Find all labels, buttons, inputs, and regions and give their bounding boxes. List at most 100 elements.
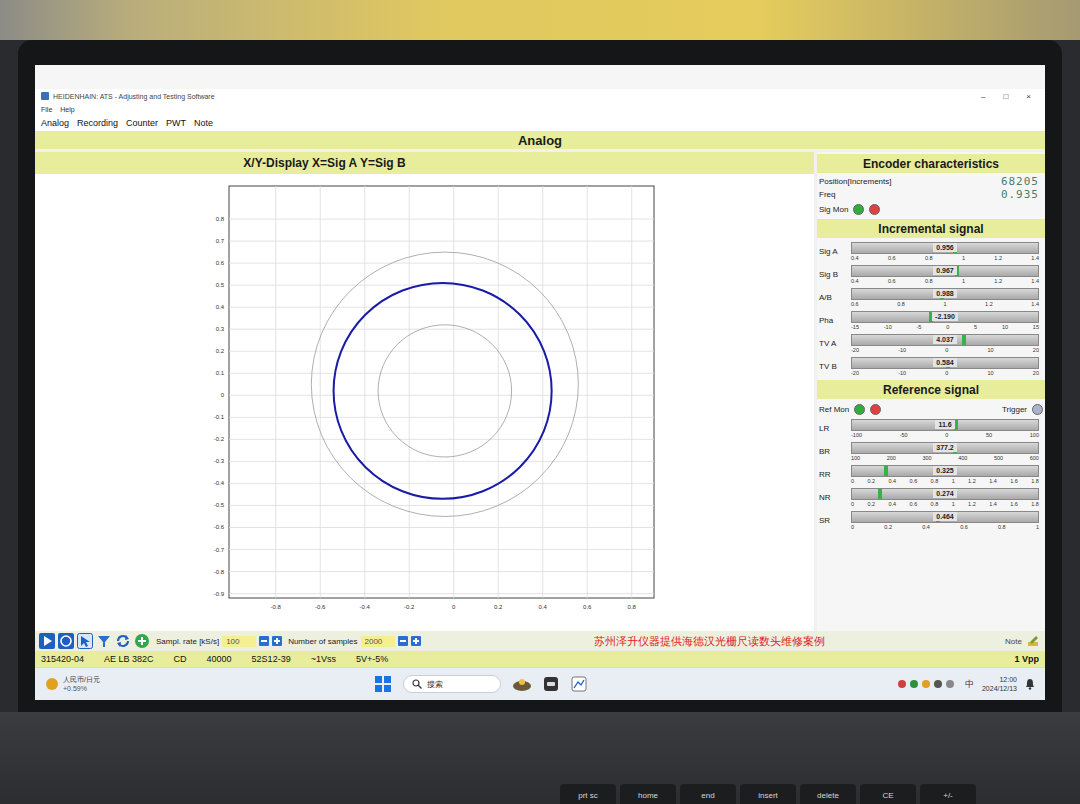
minus-icon[interactable] — [398, 636, 408, 646]
desktop-strip — [35, 65, 1045, 89]
trigger-label: Trigger — [1002, 405, 1027, 414]
circle-mode-icon[interactable] — [58, 633, 74, 649]
scale-label: 1.4 — [989, 477, 997, 485]
y-tick: 0 — [221, 392, 225, 398]
scale-label: 5 — [974, 323, 977, 331]
taskview-icon[interactable] — [543, 676, 559, 692]
scale-label: 0 — [851, 523, 854, 531]
scale-label: 0.2 — [867, 477, 875, 485]
nav-item[interactable]: Counter — [126, 118, 158, 128]
position-row: Position[Increments]68205 — [817, 175, 1045, 188]
meter-scale: 00.20.40.60.811.21.41.61.8 — [851, 477, 1039, 485]
y-tick: 0.7 — [216, 238, 225, 244]
grid-line — [229, 417, 654, 418]
meter-row: SR0.46400.20.40.60.81 — [817, 509, 1045, 532]
keyboard-key[interactable]: home — [620, 784, 676, 804]
laptop-bezel: HEIDENHAIN: ATS - Adjusting and Testing … — [18, 40, 1062, 712]
grid-line — [229, 549, 654, 550]
position-label: Position[Increments] — [819, 177, 891, 186]
grid-line — [229, 505, 654, 506]
nav-item[interactable]: Recording — [77, 118, 118, 128]
plus-icon[interactable] — [411, 636, 421, 646]
nav-item[interactable]: PWT — [166, 118, 186, 128]
status-item: CD — [174, 654, 187, 664]
scale-label: 1 — [1036, 523, 1039, 531]
meter-marker — [884, 466, 888, 476]
window-control[interactable]: □ — [1003, 92, 1008, 101]
plus-icon[interactable] — [272, 636, 282, 646]
taskbar: 人民币/日元+0.59% 搜索 中 12:002024/12/13 — [35, 667, 1045, 700]
keyboard-key[interactable]: prt sc — [560, 784, 616, 804]
keyboard-key[interactable]: +/- — [920, 784, 976, 804]
play-icon[interactable] — [39, 633, 55, 649]
refresh-icon[interactable] — [115, 633, 131, 649]
meter-row: Sig B0.9670.40.60.811.21.4 — [817, 263, 1045, 286]
sample-rate-field[interactable]: 100 — [222, 636, 256, 647]
scale-label: -50 — [900, 431, 908, 439]
signal-ring — [334, 283, 552, 499]
add-icon[interactable] — [134, 633, 150, 649]
status-light-icon — [854, 404, 865, 415]
grid-line — [364, 186, 365, 598]
nav-item[interactable]: Note — [194, 118, 213, 128]
scale-label: 20 — [1033, 369, 1039, 377]
y-tick: 0.8 — [216, 216, 225, 222]
grid-line — [229, 219, 654, 220]
search-icon — [412, 679, 422, 689]
clock[interactable]: 12:002024/12/13 — [982, 675, 1017, 693]
keyboard-key[interactable]: insert — [740, 784, 796, 804]
menu-item[interactable]: Help — [60, 106, 74, 113]
meter-reading: 0.956 — [933, 243, 957, 252]
ime-indicator[interactable]: 中 — [965, 678, 974, 691]
meter-scale: 0.40.60.811.21.4 — [851, 277, 1039, 285]
tray-icons[interactable] — [897, 679, 957, 689]
grid-line — [229, 395, 654, 396]
y-tick: -0.3 — [214, 458, 225, 464]
keyboard-key[interactable]: end — [680, 784, 736, 804]
cursor-icon[interactable] — [77, 633, 93, 649]
bell-icon[interactable] — [1025, 678, 1035, 690]
freq-row: Freq0.935 — [817, 188, 1045, 201]
x-tick: 0.8 — [628, 604, 637, 610]
keyboard-key[interactable]: CE — [860, 784, 916, 804]
taskbar-search[interactable]: 搜索 — [403, 675, 501, 693]
scale-label: 1.4 — [1031, 277, 1039, 285]
scale-label: 600 — [1030, 454, 1039, 462]
scale-label: 0.2 — [884, 523, 892, 531]
keyboard-key[interactable]: delete — [800, 784, 856, 804]
scale-label: 0.4 — [889, 500, 897, 508]
y-tick: -0.8 — [214, 569, 225, 575]
meter: 0.9670.40.60.811.21.4 — [851, 265, 1039, 285]
meter-reading: 0.584 — [933, 358, 957, 367]
note-icon[interactable] — [1025, 633, 1041, 649]
scale-label: 1 — [962, 277, 965, 285]
weather-widget[interactable]: 人民币/日元+0.59% — [45, 675, 375, 693]
taskbar-center: 搜索 — [375, 675, 587, 693]
landscape-app-icon[interactable] — [513, 677, 531, 691]
window-control[interactable]: – — [981, 92, 985, 101]
meter: 377.2100200300400500600 — [851, 442, 1039, 462]
window-control[interactable]: × — [1026, 92, 1031, 101]
ats-app-icon[interactable] — [571, 676, 587, 692]
note-label[interactable]: Note — [1005, 637, 1022, 646]
minus-icon[interactable] — [259, 636, 269, 646]
y-tick: -0.1 — [214, 414, 225, 420]
meter-scale: 0.60.811.21.4 — [851, 300, 1039, 308]
grid-line — [320, 186, 321, 598]
ats-window: HEIDENHAIN: ATS - Adjusting and Testing … — [35, 89, 1045, 667]
meter: 0.584-20-1001020 — [851, 357, 1039, 377]
status-item: 315420-04 — [41, 654, 84, 664]
meter-reading: 4.037 — [933, 335, 957, 344]
meter-marker — [962, 335, 966, 345]
windows-icon[interactable] — [375, 676, 391, 692]
trigger-light-icon[interactable] — [1032, 404, 1043, 415]
meter-track: 0.464 — [851, 511, 1039, 523]
scale-label: 50 — [986, 431, 992, 439]
filter-icon[interactable] — [96, 633, 112, 649]
meter-track: 0.584 — [851, 357, 1039, 369]
menu-item[interactable]: File — [41, 106, 52, 113]
side-panel: Encoder characteristicsPosition[Incremen… — [817, 152, 1045, 631]
nav-item[interactable]: Analog — [41, 118, 69, 128]
scale-label: 1 — [952, 500, 955, 508]
samples-field[interactable]: 2000 — [361, 636, 395, 647]
